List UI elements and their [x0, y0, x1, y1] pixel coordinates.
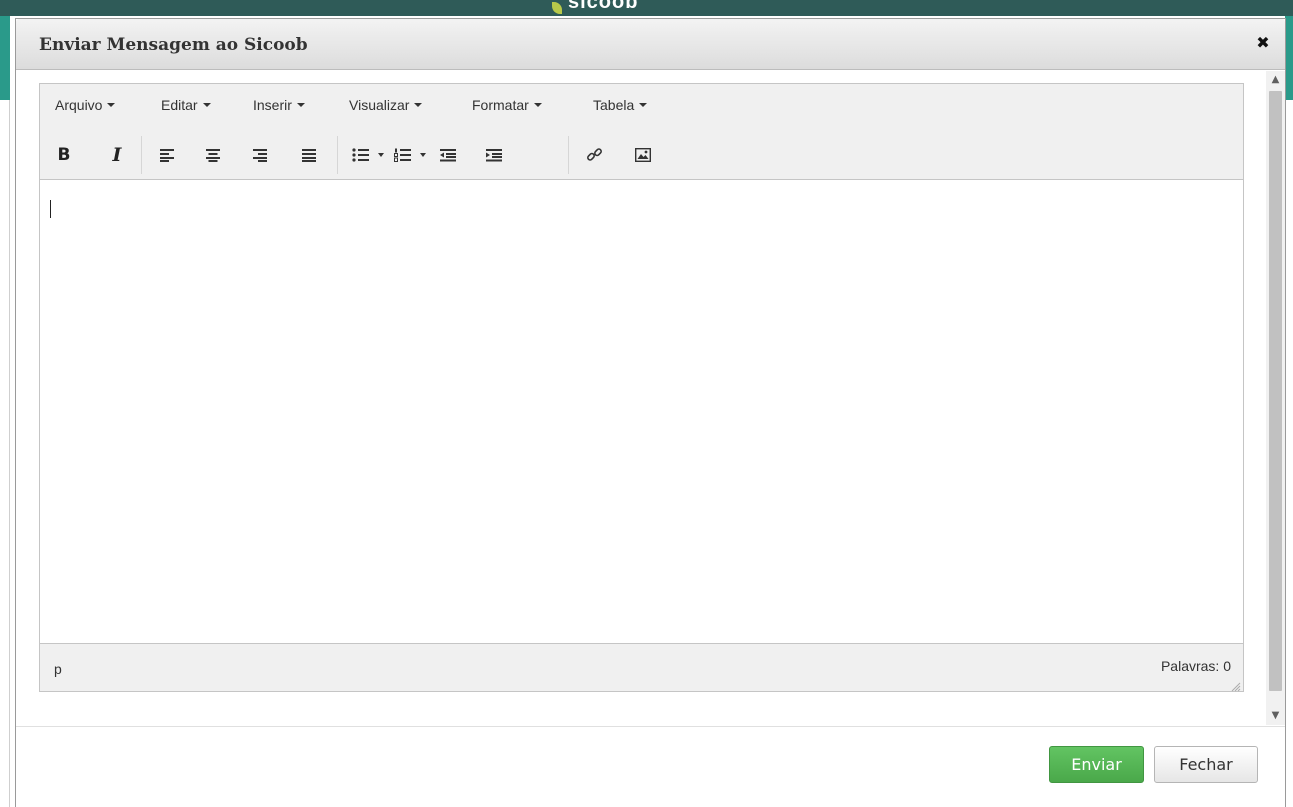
- background-left-accent: [0, 16, 10, 100]
- close-button[interactable]: Fechar: [1154, 746, 1258, 783]
- menu-label: Editar: [161, 97, 198, 113]
- menu-label: Arquivo: [55, 97, 103, 113]
- numbered-list-caret-icon[interactable]: [420, 153, 426, 157]
- editor-content-area[interactable]: [40, 181, 1243, 645]
- scroll-up-icon[interactable]: ▲: [1266, 71, 1285, 89]
- numbered-list-icon[interactable]: [390, 143, 416, 167]
- menu-editar[interactable]: Editar: [161, 97, 211, 113]
- editor-menubar: Arquivo Editar Inserir Visualizar Format…: [40, 84, 1243, 130]
- bold-icon[interactable]: B: [51, 143, 77, 167]
- caret-down-icon: [202, 103, 211, 108]
- menu-label: Formatar: [472, 97, 529, 113]
- outdent-icon[interactable]: [435, 143, 461, 167]
- align-justify-icon[interactable]: [296, 143, 322, 167]
- editor-statusbar: p Palavras: 0: [40, 643, 1243, 692]
- toolbar-separator: [568, 136, 569, 174]
- menu-formatar[interactable]: Formatar: [472, 97, 542, 113]
- dialog-title: Enviar Mensagem ao Sicoob: [39, 35, 308, 55]
- text-cursor: [50, 200, 51, 218]
- scrollbar-thumb[interactable]: [1269, 91, 1282, 691]
- menu-visualizar[interactable]: Visualizar: [349, 97, 423, 113]
- send-button[interactable]: Enviar: [1049, 746, 1144, 783]
- message-dialog: Enviar Mensagem ao Sicoob ✖ Arquivo Edit…: [15, 18, 1286, 807]
- menu-arquivo[interactable]: Arquivo: [55, 97, 116, 113]
- word-count: Palavras: 0: [1160, 658, 1231, 674]
- dialog-header: Enviar Mensagem ao Sicoob ✖: [16, 19, 1285, 70]
- element-path[interactable]: p: [54, 661, 62, 677]
- dialog-footer: Enviar Fechar: [16, 726, 1285, 807]
- align-left-icon[interactable]: [154, 143, 180, 167]
- scroll-down-icon[interactable]: ▼: [1266, 707, 1285, 725]
- caret-down-icon: [639, 103, 648, 108]
- logo-text: sicoob: [568, 0, 639, 13]
- image-icon[interactable]: [630, 143, 656, 167]
- caret-down-icon: [414, 103, 423, 108]
- menu-label: Visualizar: [349, 97, 410, 113]
- background-right-accent: [1285, 16, 1293, 100]
- toolbar-separator: [337, 136, 338, 174]
- menu-tabela[interactable]: Tabela: [593, 97, 648, 113]
- dialog-scrollbar[interactable]: ▲ ▼: [1266, 71, 1285, 725]
- link-icon[interactable]: [582, 143, 608, 167]
- sicoob-logo: sicoob: [552, 0, 682, 16]
- italic-icon[interactable]: I: [104, 143, 130, 167]
- bullet-list-caret-icon[interactable]: [378, 153, 384, 157]
- indent-icon[interactable]: [481, 143, 507, 167]
- background-left-border: [9, 100, 10, 807]
- dialog-body: Arquivo Editar Inserir Visualizar Format…: [16, 71, 1285, 725]
- menu-inserir[interactable]: Inserir: [253, 97, 305, 113]
- menu-label: Inserir: [253, 97, 292, 113]
- caret-down-icon: [296, 103, 305, 108]
- align-right-icon[interactable]: [247, 143, 273, 167]
- logo-leaf-icon: [552, 2, 562, 14]
- close-icon[interactable]: ✖: [1255, 34, 1271, 52]
- toolbar-separator: [141, 136, 142, 174]
- bullet-list-icon[interactable]: [348, 143, 374, 167]
- caret-down-icon: [533, 103, 542, 108]
- editor-toolbar: B I: [40, 130, 1243, 180]
- menu-label: Tabela: [593, 97, 635, 113]
- resize-handle-icon[interactable]: [1231, 679, 1241, 692]
- rich-text-editor: Arquivo Editar Inserir Visualizar Format…: [39, 83, 1244, 692]
- caret-down-icon: [107, 103, 116, 108]
- align-center-icon[interactable]: [200, 143, 226, 167]
